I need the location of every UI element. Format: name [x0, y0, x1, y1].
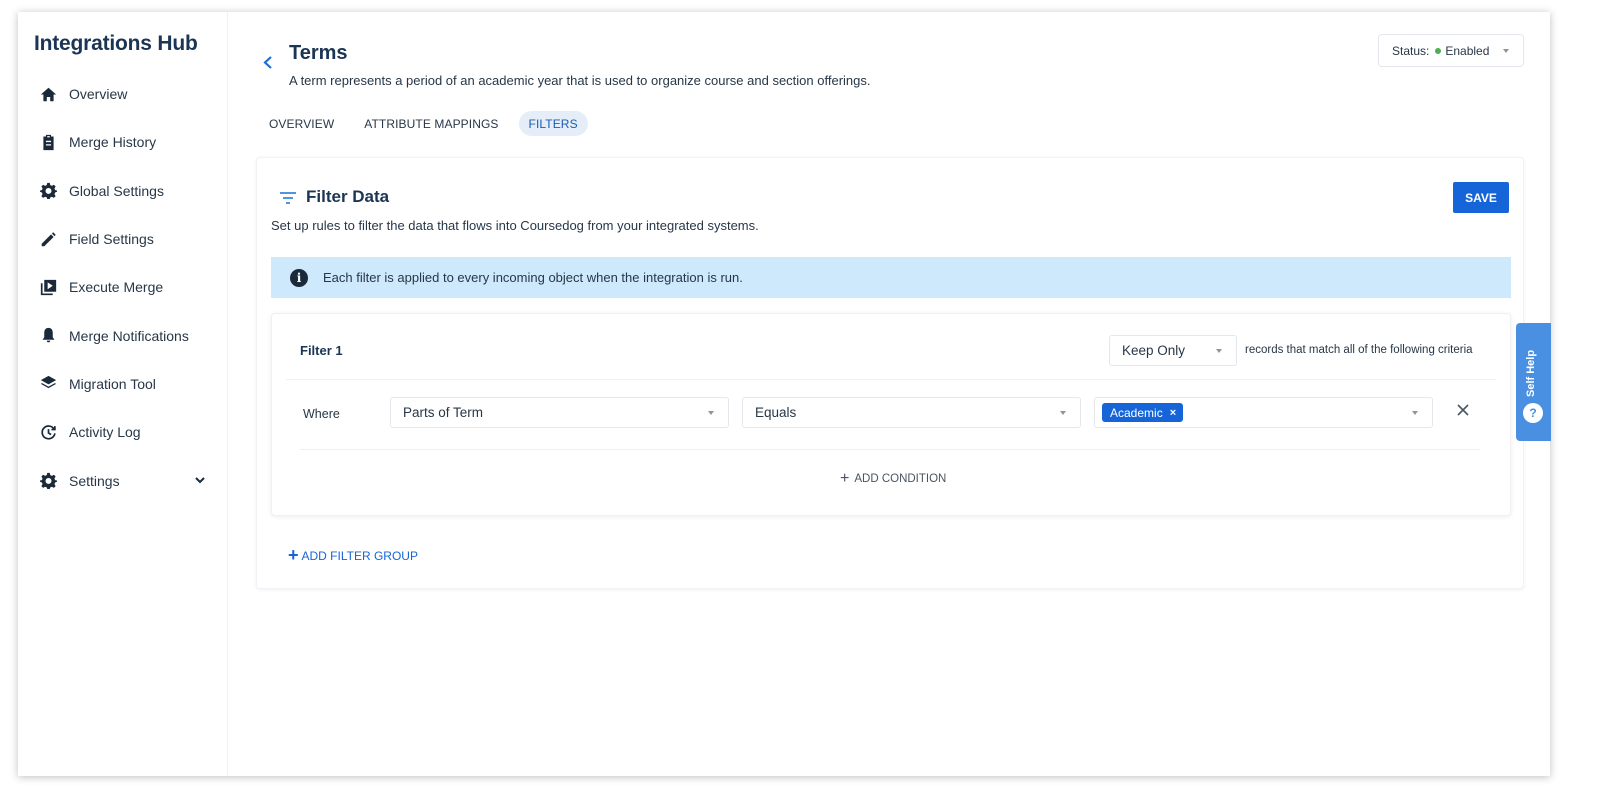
sidebar-item-label: Execute Merge: [69, 279, 164, 296]
main-content: Terms A term represents a period of an a…: [229, 12, 1550, 776]
plus-icon: +: [840, 470, 850, 487]
clipboard-icon: [38, 132, 58, 152]
sidebar-item-label: Field Settings: [69, 231, 154, 248]
brand-title: Integrations Hub: [34, 32, 198, 55]
sidebar-item-merge-history[interactable]: Merge History: [18, 118, 228, 166]
add-filter-group-button[interactable]: + ADD FILTER GROUP: [288, 545, 418, 566]
info-banner: i Each filter is applied to every incomi…: [271, 257, 1511, 298]
tab-overview[interactable]: OVERVIEW: [259, 111, 344, 136]
chip-remove-icon[interactable]: ×: [1170, 407, 1176, 419]
self-help-label: Self Help: [1525, 349, 1537, 397]
info-icon: i: [290, 268, 308, 287]
tab-attribute-mappings[interactable]: ATTRIBUTE MAPPINGS: [354, 111, 508, 136]
sidebar-item-label: Overview: [69, 86, 128, 103]
sidebar-item-migration-tool[interactable]: Migration Tool: [18, 360, 228, 408]
self-help-tab[interactable]: Self Help ?: [1516, 323, 1551, 441]
add-condition-label: ADD CONDITION: [854, 473, 947, 485]
caret-down-icon: [708, 411, 714, 415]
where-label: Where: [303, 407, 340, 421]
value-multiselect[interactable]: Academic ×: [1094, 397, 1433, 428]
chevron-down-icon[interactable]: [194, 473, 206, 485]
card-title-text: Filter Data: [306, 187, 390, 206]
filter-group: Filter 1 Keep Only records that match al…: [271, 313, 1511, 516]
gear-icon: [38, 181, 58, 201]
divider: [286, 379, 1496, 380]
caret-down-icon: [1412, 411, 1418, 415]
filter-name: Filter 1: [300, 343, 343, 358]
plus-icon: +: [288, 545, 299, 565]
status-value: Enabled: [1445, 43, 1490, 58]
page-subtitle: A term represents a period of an academi…: [289, 73, 871, 88]
sidebar-item-label: Activity Log: [69, 424, 141, 441]
play-library-icon: [38, 277, 58, 297]
pencil-icon: [38, 229, 58, 249]
save-button[interactable]: SAVE: [1453, 182, 1509, 213]
page-title: Terms: [289, 42, 348, 64]
info-text: Each filter is applied to every incoming…: [323, 270, 743, 285]
sidebar-nav: Overview Merge History Global Settings F…: [18, 70, 228, 505]
card-title: Filter Data: [279, 187, 389, 207]
operator-select-value: Equals: [755, 405, 797, 420]
filter-data-card: Filter Data Set up rules to filter the d…: [256, 157, 1524, 589]
caret-down-icon: [1060, 411, 1066, 415]
records-criteria-text: records that match all of the following …: [1245, 344, 1473, 356]
sidebar-item-label: Merge Notifications: [69, 327, 189, 344]
field-select-value: Parts of Term: [403, 405, 484, 420]
caret-down-icon: [1503, 49, 1509, 53]
sidebar-item-merge-notifications[interactable]: Merge Notifications: [18, 311, 228, 359]
sidebar-item-global-settings[interactable]: Global Settings: [18, 167, 228, 215]
filter-mode-select[interactable]: Keep Only: [1109, 335, 1237, 366]
sidebar-item-label: Merge History: [69, 134, 157, 151]
sidebar-item-execute-merge[interactable]: Execute Merge: [18, 263, 228, 311]
sidebar-item-field-settings[interactable]: Field Settings: [18, 215, 228, 263]
status-label: Status:: [1392, 43, 1430, 58]
add-filter-group-label: ADD FILTER GROUP: [301, 548, 418, 563]
back-chevron-icon[interactable]: [261, 54, 275, 70]
remove-condition-icon[interactable]: [1456, 403, 1472, 419]
sidebar-item-overview[interactable]: Overview: [18, 70, 228, 118]
home-icon: [38, 84, 58, 104]
sidebar-item-label: Global Settings: [69, 182, 164, 199]
gear-icon: [38, 471, 58, 491]
filter-lines-icon: [279, 190, 297, 204]
sidebar-item-settings[interactable]: Settings: [18, 456, 228, 504]
field-select[interactable]: Parts of Term: [390, 397, 729, 428]
operator-select[interactable]: Equals: [742, 397, 1081, 428]
value-chip: Academic ×: [1102, 403, 1184, 422]
status-dot-icon: [1435, 47, 1442, 54]
add-condition-button[interactable]: + ADD CONDITION: [840, 470, 946, 488]
sidebar-item-activity-log[interactable]: Activity Log: [18, 408, 228, 456]
value-chip-label: Academic: [1110, 405, 1163, 420]
app-window: Integrations Hub Overview Merge History …: [18, 12, 1550, 776]
divider: [300, 449, 1480, 450]
bell-icon: [38, 326, 58, 346]
sidebar-item-label: Settings: [69, 472, 120, 489]
card-subtitle: Set up rules to filter the data that flo…: [271, 218, 759, 233]
tab-filters[interactable]: FILTERS: [518, 111, 588, 136]
status-dropdown[interactable]: Status: Enabled: [1378, 34, 1524, 67]
filter-mode-value: Keep Only: [1122, 343, 1186, 358]
help-question-icon: ?: [1523, 403, 1543, 423]
layers-icon: [38, 374, 58, 394]
sidebar-item-label: Migration Tool: [69, 375, 156, 392]
caret-down-icon: [1216, 349, 1222, 353]
tab-bar: OVERVIEW ATTRIBUTE MAPPINGS FILTERS: [259, 111, 588, 136]
sidebar: Integrations Hub Overview Merge History …: [18, 12, 228, 776]
history-icon: [38, 422, 58, 442]
